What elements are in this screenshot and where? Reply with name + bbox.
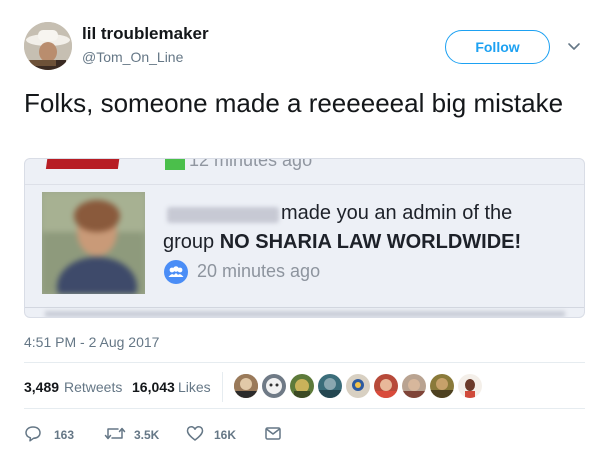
divider — [24, 408, 585, 409]
liker-avatar[interactable] — [402, 374, 426, 398]
cropped-image-fragment — [45, 159, 121, 169]
like-label[interactable]: Likes — [178, 379, 211, 395]
avatar-image — [24, 22, 72, 70]
cropped-next-notification — [45, 311, 565, 317]
heart-icon[interactable] — [186, 425, 204, 442]
liker-avatar[interactable] — [430, 374, 454, 398]
divider — [25, 307, 584, 308]
liker-avatar[interactable] — [374, 374, 398, 398]
group-name: NO SHARIA LAW WORLDWIDE! — [219, 231, 522, 253]
redacted-name — [167, 207, 279, 223]
tweet-image[interactable]: 12 minutes ago made you an admin of the … — [24, 158, 585, 318]
liker-avatar[interactable] — [290, 374, 314, 398]
comment-icon — [165, 159, 185, 170]
divider — [25, 184, 584, 185]
reply-icon[interactable] — [24, 425, 42, 442]
tweet-text: Folks, someone made a reeeeeeal big mist… — [24, 88, 564, 118]
chevron-down-icon[interactable] — [566, 40, 582, 54]
liker-avatar[interactable] — [262, 374, 286, 398]
liker-avatar[interactable] — [346, 374, 370, 398]
notification-text: made you an admin of the — [281, 202, 513, 224]
divider — [24, 362, 585, 363]
previous-notification-time: 12 minutes ago — [189, 158, 313, 170]
tweet-timestamp[interactable]: 4:51 PM - 2 Aug 2017 — [24, 334, 159, 350]
display-name[interactable]: lil troublemaker — [82, 24, 209, 44]
user-handle[interactable]: @Tom_On_Line — [82, 49, 183, 65]
reply-count[interactable]: 163 — [54, 428, 74, 442]
like-count[interactable]: 16,043 — [132, 379, 175, 395]
retweet-label[interactable]: Retweets — [64, 379, 122, 395]
message-icon[interactable] — [264, 425, 282, 442]
retweet-icon[interactable] — [104, 425, 126, 442]
group-icon — [164, 260, 188, 284]
notification-time: 20 minutes ago — [197, 261, 321, 281]
liker-avatar[interactable] — [318, 374, 342, 398]
notification-group-prefix: group — [163, 231, 220, 253]
follow-button[interactable]: Follow — [445, 30, 550, 64]
liker-avatar[interactable] — [234, 374, 258, 398]
retweet-action-count[interactable]: 3.5K — [134, 428, 159, 442]
divider — [222, 372, 223, 402]
notification-group-line: group NO SHARIA LAW WORLDWIDE! — [163, 231, 521, 254]
avatar[interactable] — [24, 22, 72, 70]
liker-avatar[interactable] — [458, 374, 482, 398]
profile-photo-blurred — [42, 192, 145, 294]
retweet-count[interactable]: 3,489 — [24, 379, 59, 395]
like-action-count[interactable]: 16K — [214, 428, 236, 442]
